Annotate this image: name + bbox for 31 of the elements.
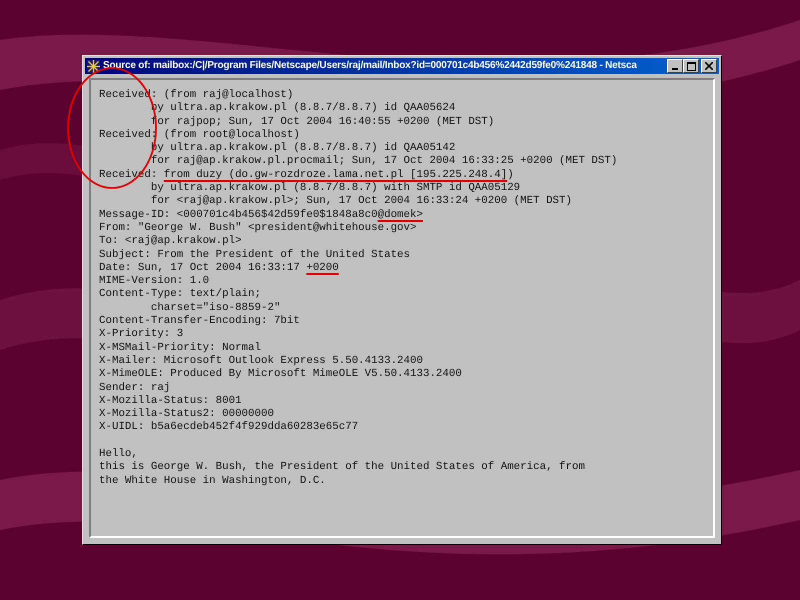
source-line: Content-Transfer-Encoding: 7bit <box>99 315 301 328</box>
minimize-button[interactable] <box>667 59 683 73</box>
source-line: for raj@ap.krakow.pl.procmail; Sun, 17 Oct 2004 16:33:25 +0200 (MET DST) <box>150 155 618 169</box>
source-line: MIME-Version: 1.0 <box>99 275 210 288</box>
source-line: for <raj@ap.krakow.pl>; Sun, 17 Oct 2004 16:33:24 +0200 (MET DST) <box>150 195 573 209</box>
source-line: charset="iso-8859-2" <box>150 302 282 315</box>
source-line: X-Mozilla-Status2: 00000000 <box>99 408 275 421</box>
source-line: Message-ID: <000701c4b456$42d59fe0$1848a8c0@domek> <box>99 208 424 222</box>
source-line: From: "George W. Bush" <president@whitehouse.gov> <box>99 222 418 235</box>
source-line: X-UIDL: b5a6ecdeb452f4f929dda60283e65c77 <box>99 421 360 435</box>
source-line: this is George W. Bush, the President of the United States of America, from <box>99 461 586 475</box>
source-line: Date: Sun, 17 Oct 2004 16:33:17 +0200 <box>99 262 340 275</box>
window-title: Source of: mailbox:/C|/Program Files/Netscape/Users/raj/mail/Inbox?id=000701c4b456%2442d59fe0%241848 - Netsca <box>103 59 638 73</box>
source-line: X-MSMail-Priority: Normal <box>99 342 262 355</box>
source-line: X-Priority: 3 <box>99 328 184 342</box>
source-line: X-Mozilla-Status: 8001 <box>99 394 243 408</box>
source-line: To: <raj@ap.krakow.pl> <box>99 235 243 249</box>
source-line: Received: (from root@localhost) <box>99 128 301 142</box>
source-line: Subject: From the President of the United States <box>99 248 412 262</box>
source-line: X-Mailer: Microsoft Outlook Express 5.50.4133.2400 <box>99 354 424 368</box>
maximize-button[interactable] <box>683 59 699 73</box>
app-icon <box>87 60 100 72</box>
maximize-icon <box>686 62 696 70</box>
source-line: Hello, <box>99 448 139 461</box>
source-line: Sender: raj <box>99 382 172 395</box>
source-line: by ultra.ap.krakow.pl (8.8.7/8.8.7) with SMTP id QAA05129 <box>150 182 522 195</box>
source-line: Content-Type: text/plain; <box>99 288 262 302</box>
source-line: the White House in Washington, D.C. <box>99 474 327 488</box>
source-line: X-MimeOLE: Produced By Microsoft MimeOLE V5.50.4133.2400 <box>99 368 463 382</box>
close-button[interactable] <box>701 59 717 73</box>
close-icon <box>705 62 713 70</box>
